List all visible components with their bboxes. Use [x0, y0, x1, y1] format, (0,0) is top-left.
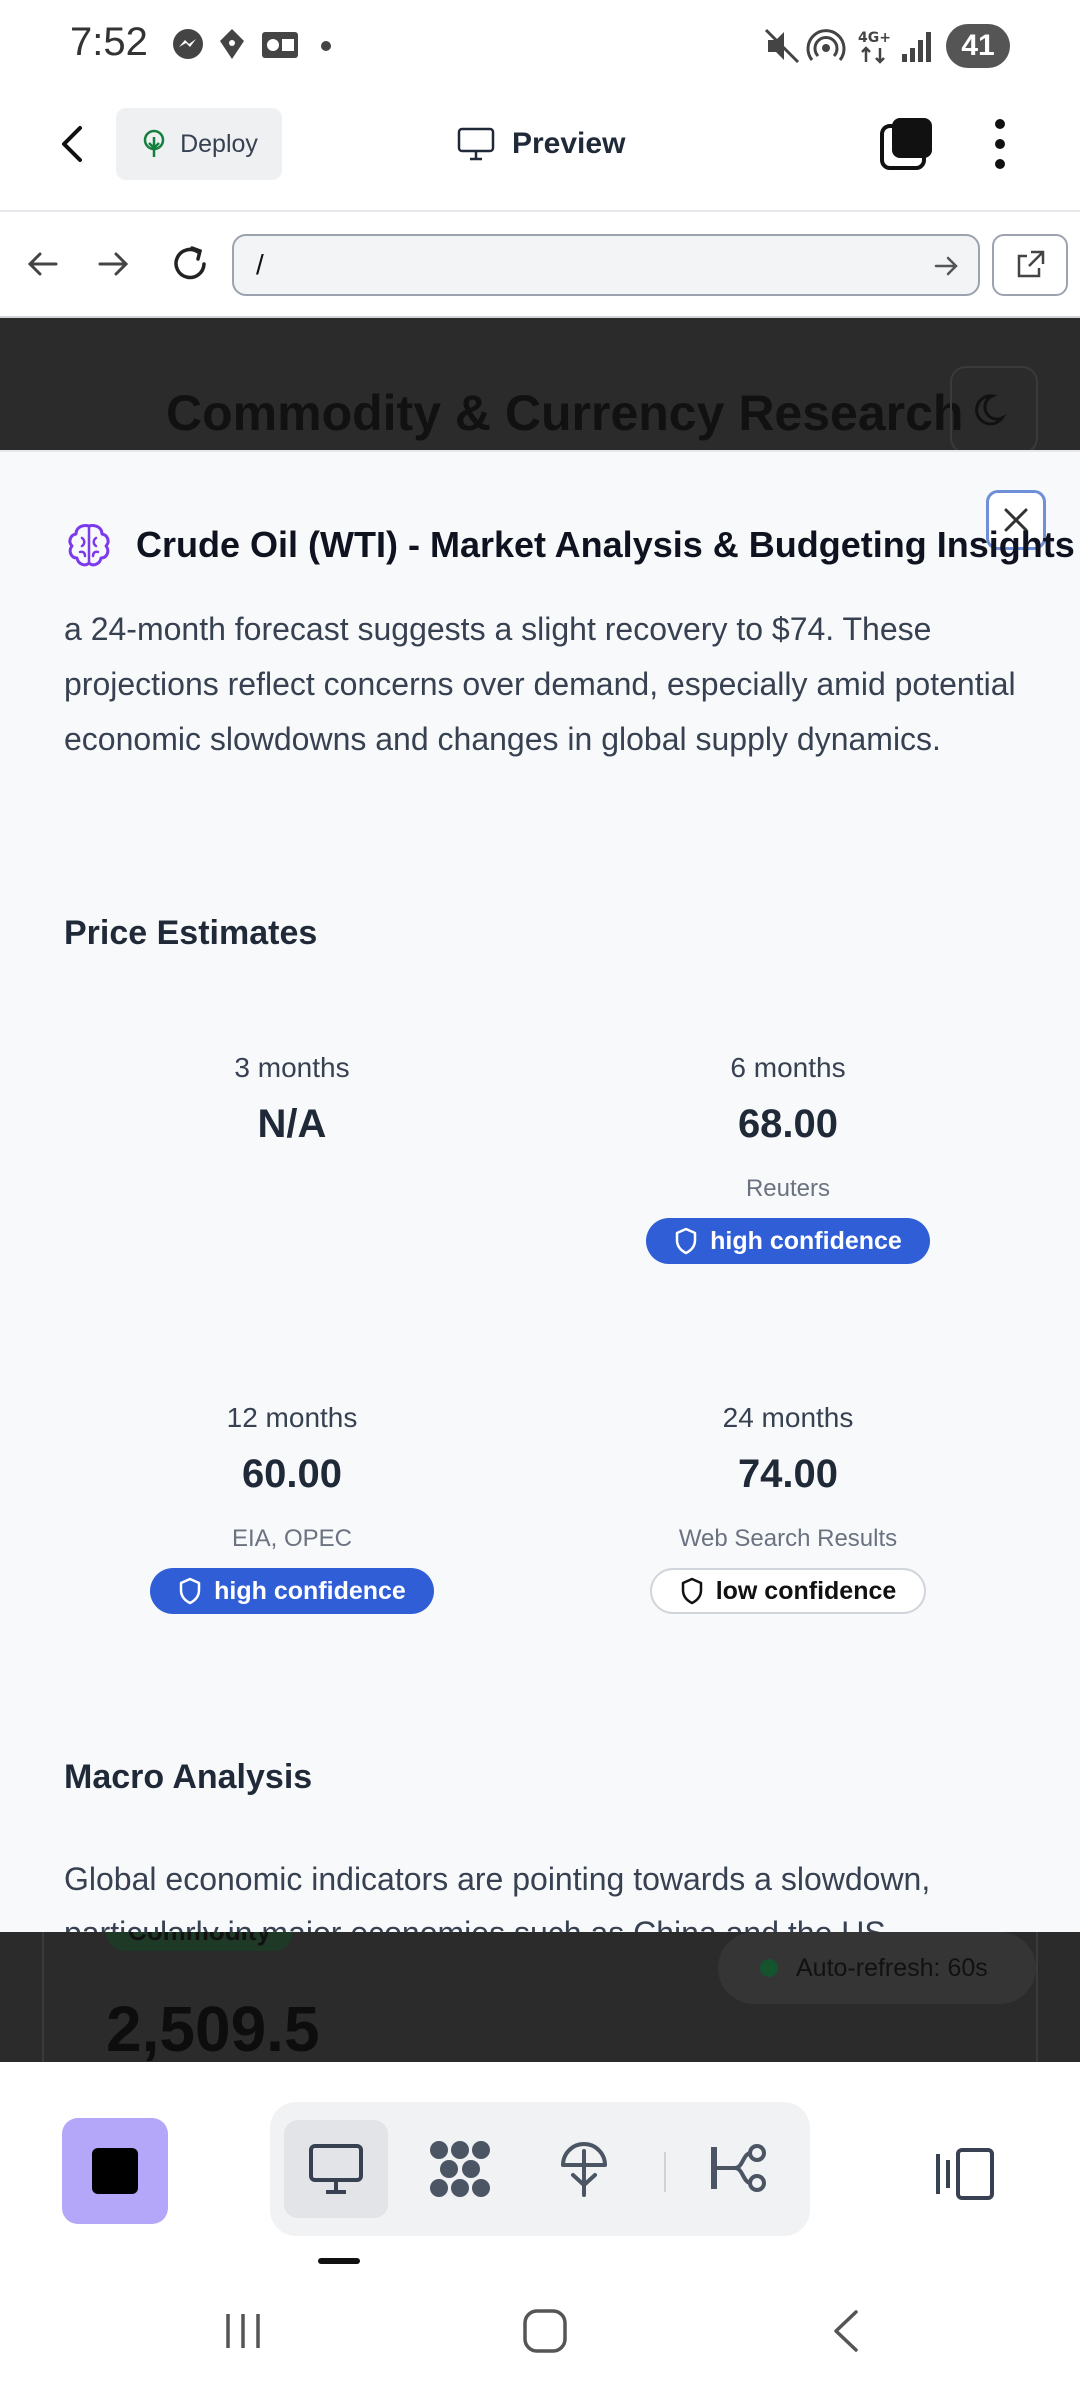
- back-icon[interactable]: [52, 120, 92, 168]
- hotspot-icon: [806, 29, 846, 61]
- auto-refresh-pill: Auto-refresh: 60s: [718, 1932, 1036, 2004]
- shield-icon: [675, 1227, 697, 1255]
- reload-icon[interactable]: [168, 242, 212, 286]
- confidence-label: high confidence: [710, 1226, 902, 1255]
- more-notifications-icon: [321, 41, 331, 51]
- home-icon[interactable]: [520, 2306, 570, 2356]
- estimate-period: 24 months: [722, 1402, 854, 1433]
- modules-view-button[interactable]: [408, 2120, 512, 2218]
- monitor-icon: [457, 127, 495, 161]
- estimate-period: 3 months: [234, 1052, 350, 1083]
- battery-indicator: 41: [946, 24, 1010, 68]
- recent-apps-icon[interactable]: [220, 2308, 266, 2354]
- confidence-badge: low confidence: [649, 1568, 927, 1614]
- estimate-period: 12 months: [226, 1402, 358, 1433]
- nav-forward-icon[interactable]: [96, 246, 132, 282]
- share-nodes-icon: [711, 2144, 766, 2192]
- confidence-label: high confidence: [214, 1576, 406, 1605]
- background-price: 2,509.5: [106, 1993, 320, 2062]
- estimate-value: 60.00: [241, 1452, 343, 1496]
- messenger-icon: [173, 29, 203, 59]
- theme-toggle: [950, 366, 1038, 454]
- estimate-12-months: 12 months 60.00 EIA, OPEC high confidenc…: [92, 1400, 492, 1614]
- outlook-icon: [262, 32, 298, 58]
- view-switcher: [270, 2102, 810, 2236]
- deploy-view-button[interactable]: [532, 2120, 636, 2218]
- status-bar: 7:52 4G+ 41: [0, 0, 1080, 92]
- stop-icon: [92, 2148, 138, 2194]
- macro-analysis-text: Global economic indicators are pointing …: [64, 1861, 931, 1932]
- pen-nib-icon: [220, 29, 244, 59]
- bottom-toolbar: [0, 2062, 1080, 2272]
- deploy-label: Deploy: [180, 129, 258, 158]
- browser-url-bar: /: [0, 212, 1080, 318]
- preview-view-button[interactable]: [284, 2120, 388, 2218]
- preview-toggle[interactable]: Preview: [456, 118, 625, 170]
- side-panel-icon[interactable]: [932, 2146, 996, 2202]
- estimate-6-months: 6 months 68.00 Reuters high confidence: [588, 1050, 988, 1264]
- confidence-badge: high confidence: [150, 1568, 434, 1614]
- forecast-summary: a 24-month forecast suggests a slight re…: [64, 611, 1016, 757]
- monitor-icon: [309, 2144, 363, 2194]
- estimate-source: EIA, OPEC: [231, 1525, 353, 1552]
- tree-icon: [143, 129, 165, 157]
- brain-icon: [68, 524, 110, 567]
- confidence-label: low confidence: [715, 1576, 897, 1605]
- tabs-icon[interactable]: [878, 116, 934, 172]
- status-dot: [760, 1959, 778, 1977]
- confidence-badge: high confidence: [646, 1218, 930, 1264]
- estimate-value: 68.00: [737, 1102, 839, 1146]
- estimate-value: N/A: [257, 1102, 327, 1146]
- estimate-3-months: 3 months N/A: [92, 1050, 492, 1148]
- estimate-source: Reuters: [745, 1175, 831, 1202]
- stop-button[interactable]: [62, 2118, 168, 2224]
- status-time: 7:52: [70, 20, 148, 64]
- shield-icon: [179, 1577, 201, 1605]
- estimate-source: Web Search Results: [678, 1525, 898, 1552]
- go-arrow-icon[interactable]: [932, 252, 960, 280]
- url-text: /: [256, 249, 264, 280]
- share-view-button[interactable]: [686, 2120, 790, 2218]
- auto-refresh-label: Auto-refresh: 60s: [796, 1953, 988, 1982]
- active-tab-indicator: [318, 2258, 360, 2264]
- signal-icon: [902, 32, 931, 62]
- deploy-button[interactable]: Deploy: [116, 108, 282, 180]
- open-external-button[interactable]: [992, 234, 1068, 296]
- preview-label: Preview: [512, 127, 626, 160]
- tree-icon: [561, 2142, 607, 2197]
- price-estimates-heading: Price Estimates: [64, 914, 318, 952]
- external-link-icon: [1017, 250, 1045, 278]
- moon-icon: [975, 394, 1007, 426]
- estimate-value: 74.00: [737, 1452, 839, 1496]
- toolbar-divider: [664, 2152, 666, 2192]
- modal-header: Crude Oil (WTI) - Market Analysis & Budg…: [64, 520, 1075, 570]
- analysis-modal: Crude Oil (WTI) - Market Analysis & Budg…: [0, 450, 1080, 1932]
- system-back-icon[interactable]: [826, 2306, 866, 2356]
- estimate-24-months: 24 months 74.00 Web Search Results low c…: [588, 1400, 988, 1614]
- system-navigation-bar: [0, 2272, 1080, 2400]
- grid-blob-icon: [430, 2141, 490, 2197]
- svg-text:4G+: 4G+: [858, 30, 891, 46]
- network-4g-icon: 4G+: [858, 30, 891, 64]
- background-page-title: Commodity & Currency Research: [166, 385, 964, 441]
- mute-icon: [764, 28, 800, 64]
- url-input[interactable]: /: [232, 234, 980, 296]
- more-options-icon[interactable]: [984, 116, 1016, 172]
- modal-title: Crude Oil (WTI) - Market Analysis & Budg…: [136, 524, 1075, 565]
- estimate-period: 6 months: [730, 1052, 846, 1083]
- app-toolbar: Deploy Preview: [0, 92, 1080, 212]
- macro-analysis-heading: Macro Analysis: [64, 1758, 313, 1796]
- nav-back-icon[interactable]: [24, 246, 60, 282]
- shield-icon: [681, 1577, 702, 1605]
